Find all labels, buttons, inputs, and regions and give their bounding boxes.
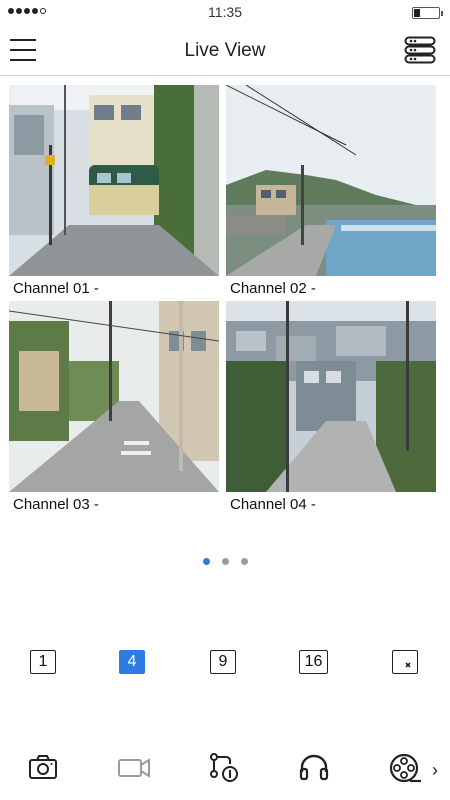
- channel-label: Channel 03 -: [13, 496, 99, 513]
- battery-icon: [412, 7, 443, 19]
- channel-3-video[interactable]: [9, 301, 219, 492]
- channel-label: Channel 04 -: [230, 496, 316, 513]
- channel-tile-4[interactable]: Channel 04 -: [226, 301, 436, 513]
- status-bar: 11:35: [0, 0, 450, 26]
- layout-16-button[interactable]: 16: [299, 650, 328, 674]
- layout-1-button[interactable]: 1: [30, 650, 56, 674]
- layout-4-button[interactable]: 4: [119, 650, 145, 674]
- bottom-toolbar: ›: [0, 752, 450, 788]
- channel-label: Channel 01 -: [13, 280, 99, 297]
- status-time: 11:35: [208, 4, 242, 20]
- device-list-button[interactable]: [404, 36, 436, 64]
- channel-tile-2[interactable]: Channel 02 -: [226, 85, 436, 297]
- camera-icon: [29, 755, 57, 779]
- channel-tile-1[interactable]: Channel 01 -: [9, 85, 219, 297]
- layout-9-button[interactable]: 9: [210, 650, 236, 674]
- channel-label: Channel 02 -: [230, 280, 316, 297]
- layout-selector: 1 4 9 16: [0, 650, 450, 676]
- talk-button[interactable]: [298, 752, 330, 786]
- playback-icon: [210, 753, 238, 782]
- header: Live View: [0, 26, 450, 76]
- headphones-icon: [299, 754, 329, 781]
- close-all-channels-button[interactable]: [392, 650, 418, 674]
- film-reel-icon: [389, 753, 421, 783]
- channel-2-video[interactable]: [226, 85, 436, 276]
- chevron-right-icon[interactable]: ›: [432, 760, 438, 781]
- channel-tile-3[interactable]: Channel 03 -: [9, 301, 219, 513]
- page-dot-1[interactable]: [202, 558, 210, 565]
- close-icon: [405, 662, 411, 668]
- video-list-button[interactable]: [388, 752, 422, 786]
- page-dot-3[interactable]: [240, 558, 248, 565]
- playback-button[interactable]: [208, 752, 240, 786]
- server-stack-icon: [404, 36, 436, 64]
- page-indicator: [0, 558, 450, 565]
- channel-1-video[interactable]: [9, 85, 219, 276]
- snapshot-button[interactable]: [28, 752, 58, 786]
- page-title: Live View: [184, 40, 266, 61]
- page-dot-2[interactable]: [221, 558, 229, 565]
- record-button[interactable]: [117, 752, 151, 786]
- channel-4-video[interactable]: [226, 301, 436, 492]
- video-camera-icon: [118, 758, 150, 778]
